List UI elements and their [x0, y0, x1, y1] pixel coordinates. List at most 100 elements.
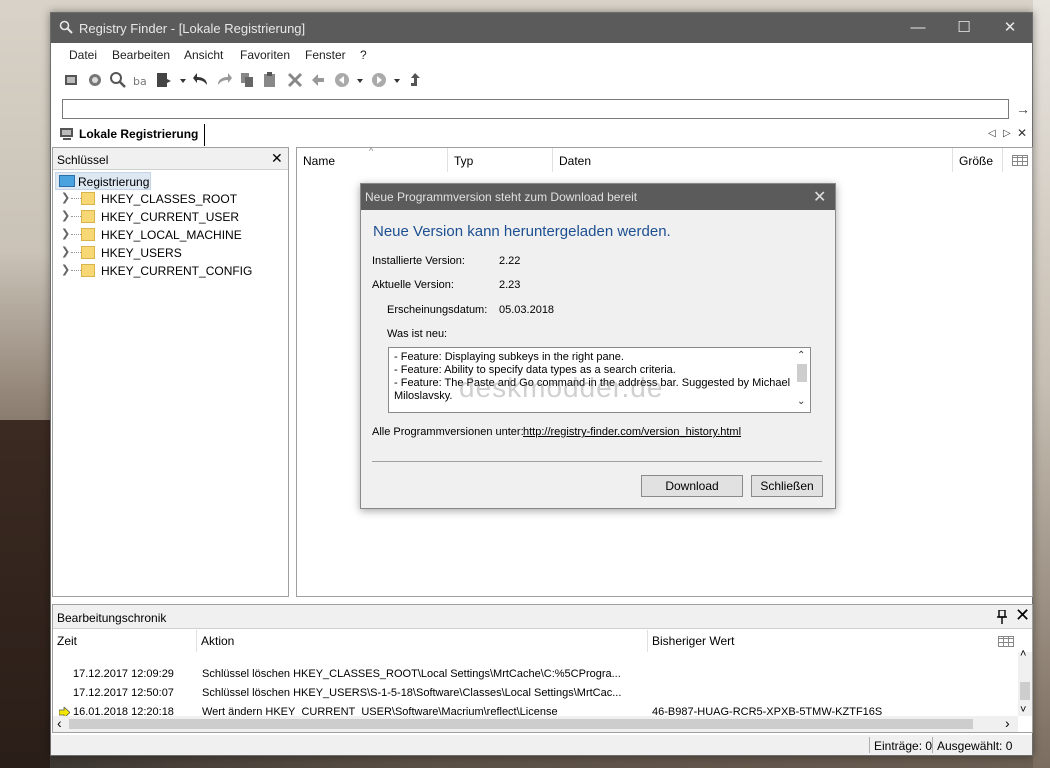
maximize-button[interactable]: ☐	[941, 13, 987, 43]
version-history-link[interactable]: http://registry-finder.com/version_histo…	[523, 426, 741, 438]
pin-icon[interactable]	[997, 610, 1007, 624]
toolbar: ba	[51, 67, 1032, 93]
expand-chevron-icon[interactable]: ❯	[61, 245, 70, 258]
tab-prev-icon[interactable]: ◁	[988, 128, 996, 139]
scroll-up-icon[interactable]: ⌃	[797, 350, 805, 361]
row-time: 17.12.2017 12:50:07	[73, 687, 174, 699]
scroll-down-icon[interactable]: ⌄	[797, 396, 805, 407]
tab-lokale-registrierung[interactable]: Lokale Registrierung	[55, 124, 206, 146]
tab-close-icon[interactable]: ✕	[1017, 126, 1027, 140]
menu-ansicht[interactable]: Ansicht	[184, 48, 223, 62]
watermark: deskmodder.de	[459, 372, 664, 403]
expand-chevron-icon[interactable]: ❯	[61, 191, 70, 204]
status-divider	[869, 737, 870, 753]
current-version-value: 2.23	[499, 279, 521, 291]
scroll-down-icon[interactable]: ˅	[1020, 704, 1026, 716]
row-action: Schlüssel löschen HKEY_CLASSES_ROOT\Loca…	[202, 668, 621, 680]
scroll-left-icon[interactable]: ‹	[57, 715, 62, 731]
paste-icon[interactable]	[261, 71, 279, 89]
row-time: 17.12.2017 12:09:29	[73, 668, 174, 680]
column-name[interactable]: Name ^	[297, 146, 448, 172]
computer-icon	[60, 128, 73, 140]
release-note-line: Miloslavsky.	[394, 390, 453, 402]
dialog-close-icon[interactable]: ✕	[813, 187, 826, 207]
address-input[interactable]	[62, 99, 1009, 119]
column-daten[interactable]: Daten	[553, 148, 953, 172]
undo-icon[interactable]	[192, 71, 210, 89]
status-divider	[932, 737, 933, 753]
desktop-background-right	[1033, 0, 1050, 768]
history-close-icon[interactable]: ✕	[1015, 605, 1030, 626]
keys-pane-header: Schlüssel ✕	[53, 148, 288, 170]
tab-label: Lokale Registrierung	[79, 127, 199, 141]
dialog-title-bar[interactable]: Neue Programmversion steht zum Download …	[361, 184, 835, 210]
tree-connector	[71, 270, 81, 271]
menu-favoriten[interactable]: Favoriten	[240, 48, 290, 62]
scroll-up-icon[interactable]: ˄	[1020, 648, 1026, 660]
expand-chevron-icon[interactable]: ❯	[61, 227, 70, 240]
release-notes-textarea[interactable]: - Feature: Displaying subkeys in the rig…	[388, 347, 811, 413]
column-bisheriger-wert[interactable]: Bisheriger Wert	[648, 630, 988, 652]
refresh-icon[interactable]	[309, 71, 327, 89]
menu-bar: Datei Bearbeiten Ansicht Favoriten Fenst…	[51, 43, 1032, 65]
tree-item-hkcu[interactable]: ❯ HKEY_CURRENT_USER	[61, 208, 281, 226]
expand-chevron-icon[interactable]: ❯	[61, 209, 70, 222]
folder-icon	[81, 210, 95, 223]
scroll-right-icon[interactable]: ›	[1005, 715, 1010, 731]
history-horizontal-scrollbar[interactable]: ‹ ›	[53, 715, 1018, 732]
keys-pane-close-icon[interactable]: ✕	[271, 150, 283, 167]
forward-dropdown-icon[interactable]	[394, 79, 400, 83]
local-registry-icon[interactable]	[63, 71, 81, 89]
notes-scrollbar[interactable]: ⌃ ⌄	[794, 348, 810, 412]
remote-registry-icon[interactable]	[86, 71, 104, 89]
export-dropdown-icon[interactable]	[180, 79, 186, 83]
back-dropdown-icon[interactable]	[357, 79, 363, 83]
menu-datei[interactable]: Datei	[69, 48, 97, 62]
history-column-chooser-icon[interactable]	[998, 636, 1014, 647]
tree-item-hklm[interactable]: ❯ HKEY_LOCAL_MACHINE	[61, 226, 281, 244]
row-action: Schlüssel löschen HKEY_USERS\S-1-5-18\So…	[202, 687, 622, 699]
delete-icon[interactable]	[286, 71, 304, 89]
export-icon[interactable]	[155, 71, 173, 89]
tree-connector	[71, 198, 81, 199]
up-icon[interactable]	[406, 71, 424, 89]
column-aktion[interactable]: Aktion	[197, 630, 648, 652]
tree-item-hkcr[interactable]: ❯ HKEY_CLASSES_ROOT	[61, 190, 281, 208]
menu-bearbeiten[interactable]: Bearbeiten	[112, 48, 170, 62]
title-bar[interactable]: Registry Finder - [Lokale Registrierung]…	[51, 13, 1032, 43]
menu-fenster[interactable]: Fenster	[305, 48, 346, 62]
tree-root-label: Registrierung	[78, 175, 150, 189]
close-dialog-button[interactable]: Schließen	[751, 475, 823, 497]
folder-icon	[81, 246, 95, 259]
tree-item-hkcc[interactable]: ❯ HKEY_CURRENT_CONFIG	[61, 262, 281, 280]
redo-icon[interactable]	[215, 71, 233, 89]
scroll-thumb[interactable]	[797, 364, 807, 382]
column-chooser-icon[interactable]	[1012, 155, 1028, 166]
tree-root-registrierung[interactable]: Registrierung	[55, 172, 151, 190]
expand-chevron-icon[interactable]: ❯	[61, 263, 70, 276]
menu-help[interactable]: ?	[360, 48, 367, 62]
svg-text:ba: ba	[133, 75, 147, 88]
column-typ[interactable]: Typ	[448, 148, 553, 172]
scroll-thumb[interactable]	[1020, 682, 1030, 700]
update-dialog: Neue Programmversion steht zum Download …	[360, 183, 836, 509]
tree-item-hku[interactable]: ❯ HKEY_USERS	[61, 244, 281, 262]
table-row[interactable]: 17.12.2017 12:50:07 Schlüssel löschen HK…	[53, 685, 1018, 704]
search-icon[interactable]	[109, 71, 127, 89]
column-groesse[interactable]: Größe	[953, 148, 1003, 172]
copy-icon[interactable]	[238, 71, 256, 89]
column-zeit[interactable]: Zeit	[53, 630, 197, 652]
forward-icon[interactable]	[370, 71, 388, 89]
history-vertical-scrollbar[interactable]: ˄ ˅	[1018, 648, 1032, 716]
download-button[interactable]: Download	[641, 475, 743, 497]
go-arrow-icon[interactable]: →	[1016, 99, 1032, 119]
back-icon[interactable]	[333, 71, 351, 89]
tab-next-icon[interactable]: ▷	[1003, 128, 1011, 139]
table-row[interactable]: 17.12.2017 12:09:29 Schlüssel löschen HK…	[53, 666, 1018, 685]
history-pane-title: Bearbeitungschronik	[57, 611, 167, 625]
scroll-thumb[interactable]	[69, 719, 973, 729]
replace-icon[interactable]: ba	[132, 71, 150, 89]
close-button[interactable]: ✕	[987, 13, 1033, 43]
minimize-button[interactable]: —	[895, 13, 941, 43]
tree-item-label: HKEY_CURRENT_USER	[101, 210, 240, 224]
